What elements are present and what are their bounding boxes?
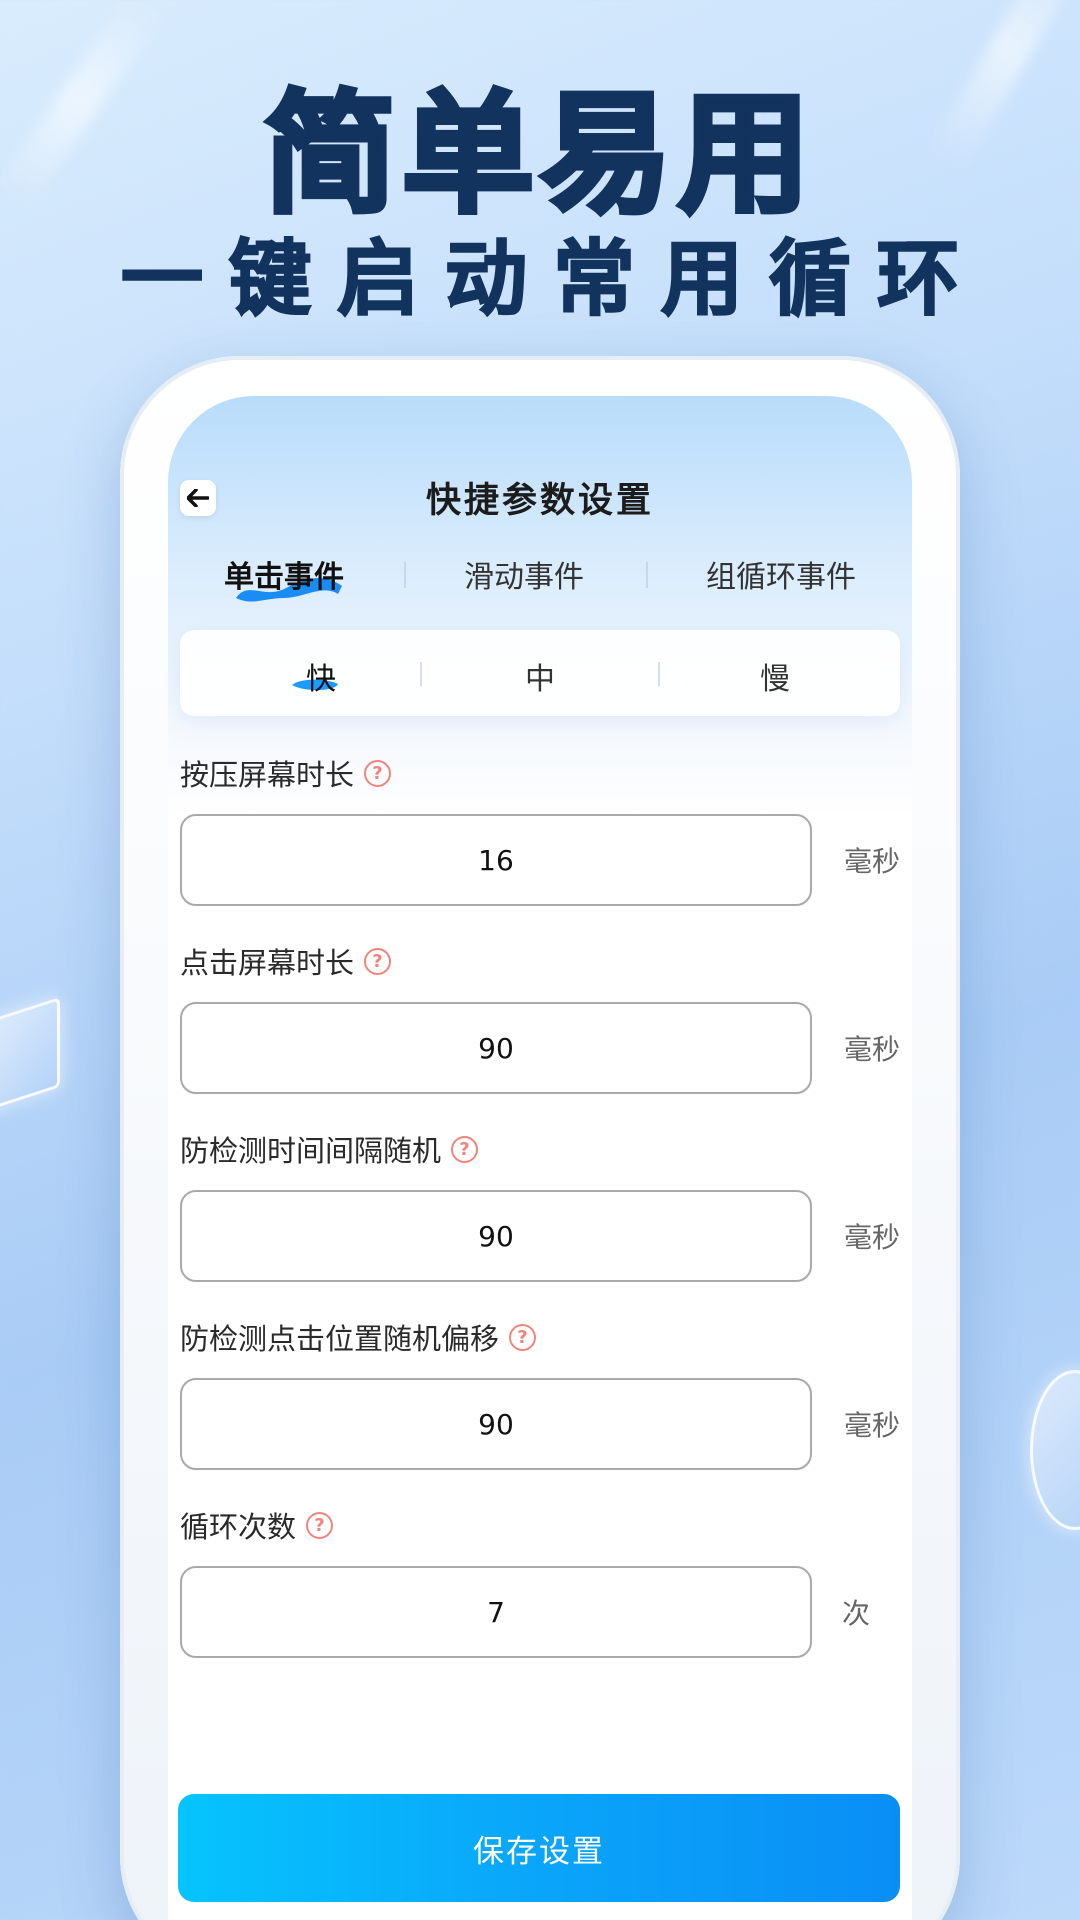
random-offset-label: 防检测点击位置随机偏移 ? (180, 1316, 537, 1358)
tap-duration-label: 点击屏幕时长 ? (180, 940, 392, 982)
tap-duration-input[interactable] (180, 1002, 812, 1094)
speed-divider (420, 662, 422, 686)
promo-subtitle: 一键启动常用循环 (120, 231, 985, 328)
speed-fast[interactable]: 快 (292, 654, 338, 698)
speed-presets: 快 中 慢 (180, 630, 900, 716)
glass-cube-decoration (0, 997, 60, 1113)
speed-label: 中 (525, 662, 555, 697)
random-offset-input[interactable] (180, 1378, 812, 1470)
press-duration-input[interactable] (180, 814, 812, 906)
random-interval-label: 防检测时间间隔随机 ? (180, 1128, 479, 1170)
speed-divider (658, 662, 660, 686)
question-circle-icon[interactable]: ? (509, 1323, 537, 1351)
loop-count-input[interactable] (180, 1566, 812, 1658)
tab-label: 组循环事件 (706, 560, 856, 595)
speed-medium[interactable]: 中 (525, 654, 555, 698)
field-label-text: 防检测时间间隔随机 (180, 1134, 442, 1168)
speed-slow[interactable]: 慢 (760, 654, 790, 698)
question-circle-icon[interactable]: ? (451, 1135, 479, 1163)
question-circle-icon[interactable]: ? (364, 947, 392, 975)
tab-divider (404, 562, 406, 588)
field-unit: 毫秒 (844, 845, 901, 878)
tab-click-event[interactable]: 单击事件 (224, 552, 344, 602)
settings-screen: 快捷参数设置 单击事件 滑动事件 组循环事件 快 中 慢 按压屏幕时长 ? 16… (168, 396, 912, 1920)
tab-loop-group-event[interactable]: 组循环事件 (706, 552, 856, 596)
field-label-text: 点击屏幕时长 (180, 946, 355, 980)
tab-divider (646, 562, 648, 588)
tab-label: 单击事件 (224, 560, 344, 595)
tab-label: 滑动事件 (464, 560, 584, 595)
speed-label: 慢 (760, 662, 790, 697)
loop-count-label: 循环次数 ? (180, 1504, 334, 1546)
question-circle-icon[interactable]: ? (364, 759, 392, 787)
field-label-text: 循环次数 (180, 1510, 297, 1544)
random-interval-input[interactable] (180, 1190, 812, 1282)
field-unit: 毫秒 (844, 1221, 901, 1254)
field-label-text: 防检测点击位置随机偏移 (180, 1322, 500, 1356)
save-settings-button[interactable]: 保存设置 (178, 1794, 900, 1902)
speed-label: 快 (306, 662, 336, 697)
press-duration-label: 按压屏幕时长 ? (180, 752, 392, 794)
tab-swipe-event[interactable]: 滑动事件 (464, 552, 584, 596)
field-label-text: 按压屏幕时长 (180, 758, 355, 792)
page-title: 快捷参数设置 (425, 481, 654, 521)
field-unit: 毫秒 (844, 1033, 901, 1066)
promo-title: 简单易用 (262, 76, 816, 235)
glass-ring-decoration (1030, 1370, 1080, 1530)
field-unit: 毫秒 (844, 1409, 901, 1442)
field-unit: 次 (842, 1597, 871, 1630)
event-tabs: 单击事件 滑动事件 组循环事件 (168, 552, 912, 608)
question-circle-icon[interactable]: ? (306, 1511, 334, 1539)
